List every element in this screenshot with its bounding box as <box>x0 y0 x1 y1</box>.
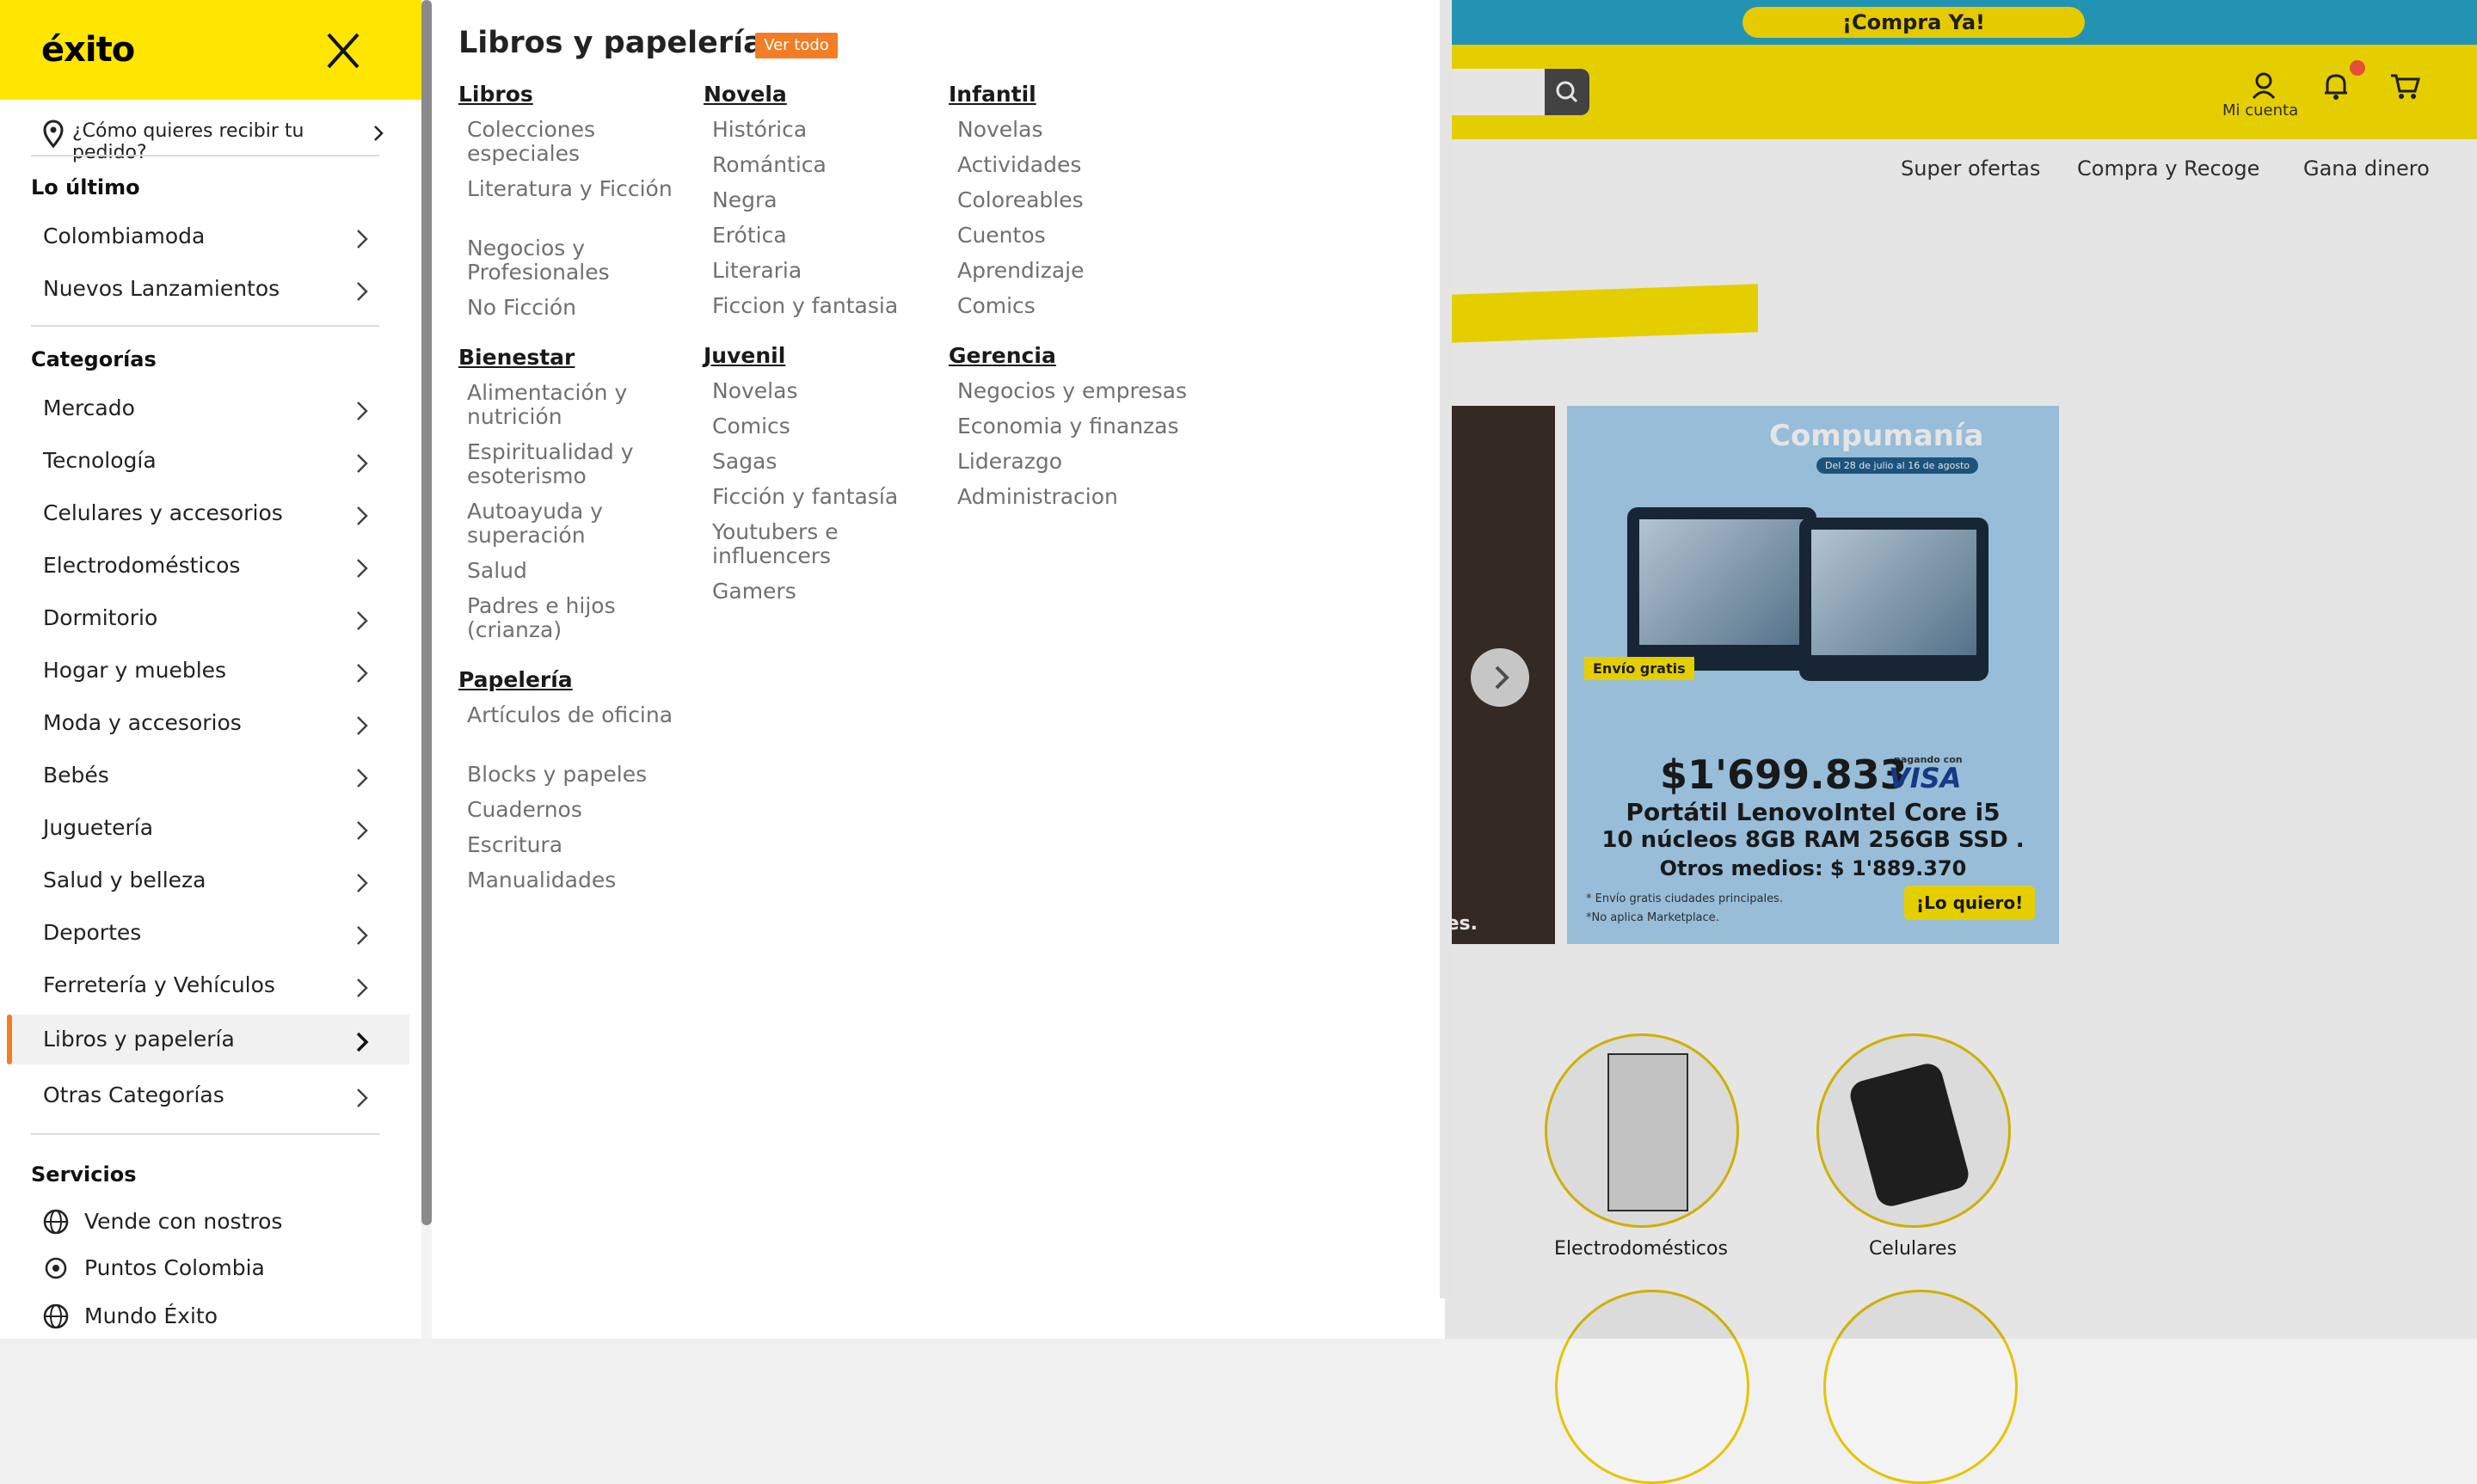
sidebar-item-dormitorio[interactable]: Dormitorio <box>31 593 409 643</box>
sidebar-item-libros-y-papeleria[interactable]: Libros y papelería <box>7 1015 409 1064</box>
subcategory-link-cuadernos[interactable]: Cuadernos <box>467 798 699 822</box>
sidebar-item-hogar-y-muebles[interactable]: Hogar y muebles <box>31 646 409 696</box>
sidebar-scrollbar-thumb[interactable] <box>421 0 432 1225</box>
subcategory-link-blocks-y-papeles[interactable]: Blocks y papeles <box>467 763 699 787</box>
subcategory-link-gamers[interactable]: Gamers <box>712 579 944 604</box>
category-sidebar: éxito ¿Cómo quieres recibir tu pedido? L… <box>0 0 421 1339</box>
subcategory-link-no-ficcion[interactable]: No Ficción <box>467 296 699 320</box>
active-indicator <box>7 1015 12 1064</box>
subcategory-link-articulos-de-oficina[interactable]: Artículos de oficina <box>467 703 699 727</box>
sidebar-item-mercado[interactable]: Mercado <box>31 383 409 433</box>
chevron-right-icon <box>374 126 384 141</box>
sidebar-item-deportes[interactable]: Deportes <box>31 908 409 958</box>
sidebar-item-salud-y-belleza[interactable]: Salud y belleza <box>31 855 409 905</box>
subcategory-heading-novela[interactable]: Novela <box>704 82 787 107</box>
section-heading-categorias: Categorías <box>31 347 157 371</box>
chevron-right-icon <box>357 874 368 892</box>
location-pin-icon <box>43 120 64 149</box>
divider <box>31 1133 379 1135</box>
chevron-right-icon <box>357 230 368 248</box>
subcategory-link-autoayuda-y-superacion[interactable]: Autoayuda y superación <box>467 500 699 548</box>
chevron-right-icon <box>357 402 368 420</box>
exito-logo[interactable]: éxito <box>31 21 135 78</box>
subcategory-link-alimentacion-y-nutricion[interactable]: Alimentación y nutrición <box>467 381 699 429</box>
sidebar-item-bebes[interactable]: Bebés <box>31 751 409 800</box>
sidebar-item-tecnologia[interactable]: Tecnología <box>31 436 409 486</box>
subcategory-heading-juvenil[interactable]: Juvenil <box>704 343 785 368</box>
section-heading-lo-ultimo: Lo último <box>31 175 140 199</box>
chevron-right-icon <box>357 821 368 840</box>
chevron-right-icon <box>357 454 368 473</box>
chevron-right-icon <box>357 506 368 525</box>
service-mundo-exito[interactable]: Mundo Éxito <box>41 1297 385 1334</box>
globe-icon <box>43 1303 69 1329</box>
subcategory-link-negocios-y-profesionales[interactable]: Negocios y Profesionales <box>467 236 699 285</box>
chevron-right-icon <box>357 282 368 301</box>
subcategory-link-cuentos[interactable]: Cuentos <box>957 224 1189 248</box>
service-vende-con-nosotros[interactable]: Vende con nostros <box>41 1202 385 1240</box>
panel-title: Libros y papelería <box>458 26 764 60</box>
divider <box>31 325 379 327</box>
subcategory-link-economia-y-finanzas[interactable]: Economia y finanzas <box>957 414 1189 438</box>
subcategory-link-manualidades[interactable]: Manualidades <box>467 868 699 892</box>
subcategory-heading-papeleria[interactable]: Papelería <box>458 667 573 692</box>
subcategory-link-ficcion-y-fantasia[interactable]: Ficcion y fantasia <box>712 294 944 318</box>
puntos-colombia-icon <box>45 1257 67 1279</box>
subcategory-link-erotica[interactable]: Erótica <box>712 224 944 248</box>
subcategory-heading-libros[interactable]: Libros <box>458 82 533 107</box>
sidebar-item-colombiamoda[interactable]: Colombiamoda <box>31 212 409 261</box>
sidebar-item-jugueteria[interactable]: Juguetería <box>31 803 409 853</box>
subcategory-link-salud[interactable]: Salud <box>467 559 699 583</box>
subcategory-link-sagas[interactable]: Sagas <box>712 450 944 474</box>
ver-todo-button[interactable]: Ver todo <box>755 33 838 58</box>
chevron-right-icon <box>356 1032 369 1052</box>
chevron-right-icon <box>357 611 368 630</box>
sidebar-item-otras-categorias[interactable]: Otras Categorías <box>31 1070 409 1120</box>
subcategory-link-aprendizaje[interactable]: Aprendizaje <box>957 259 1189 283</box>
sidebar-item-nuevos-lanzamientos[interactable]: Nuevos Lanzamientos <box>31 264 409 314</box>
chevron-right-icon <box>357 978 368 997</box>
section-heading-servicios: Servicios <box>31 1162 137 1187</box>
subcategory-link-literaria[interactable]: Literaria <box>712 259 944 283</box>
subcategory-link-liderazgo[interactable]: Liderazgo <box>957 450 1189 474</box>
close-icon[interactable] <box>318 29 368 72</box>
subcategory-heading-bienestar[interactable]: Bienestar <box>458 345 575 370</box>
chevron-right-icon <box>357 716 368 735</box>
chevron-right-icon <box>357 926 368 945</box>
subcategory-link-administracion[interactable]: Administracion <box>957 485 1189 509</box>
subcategory-link-negocios-y-empresas[interactable]: Negocios y empresas <box>957 379 1189 403</box>
sidebar-item-moda-y-accesorios[interactable]: Moda y accesorios <box>31 698 409 748</box>
service-puntos-colombia[interactable]: Puntos Colombia <box>41 1248 385 1286</box>
subcategory-link-romantica[interactable]: Romántica <box>712 153 944 177</box>
subcategory-link-coloreables[interactable]: Coloreables <box>957 188 1189 212</box>
subcategory-link-negra[interactable]: Negra <box>712 188 944 212</box>
divider <box>31 155 379 156</box>
subcategory-link-comics[interactable]: Comics <box>712 414 944 438</box>
delivery-selector[interactable]: ¿Cómo quieres recibir tu pedido? <box>31 112 384 163</box>
chevron-right-icon <box>357 1088 368 1107</box>
subcategory-link-espiritualidad-y-esoterismo[interactable]: Espiritualidad y esoterismo <box>467 440 699 488</box>
subcategory-link-ficcion-y-fantasia[interactable]: Ficción y fantasía <box>712 485 944 509</box>
subcategory-link-comics[interactable]: Comics <box>957 294 1189 318</box>
subcategory-link-escritura[interactable]: Escritura <box>467 833 699 857</box>
panel-scrollbar[interactable] <box>1440 0 1452 1298</box>
subcategory-heading-gerencia[interactable]: Gerencia <box>949 343 1056 368</box>
chevron-right-icon <box>357 769 368 788</box>
store-globe-icon <box>43 1209 69 1235</box>
subcategory-link-actividades[interactable]: Actividades <box>957 153 1189 177</box>
subcategory-link-novelas[interactable]: Novelas <box>712 379 944 403</box>
subcategory-link-novelas[interactable]: Novelas <box>957 118 1189 142</box>
sidebar-item-ferreteria-y-vehiculos[interactable]: Ferretería y Vehículos <box>31 960 409 1010</box>
subcategory-heading-infantil[interactable]: Infantil <box>949 82 1036 107</box>
sidebar-item-electrodomesticos[interactable]: Electrodomésticos <box>31 541 409 591</box>
chevron-right-icon <box>357 559 368 578</box>
subcategory-link-colecciones-especiales[interactable]: Colecciones especiales <box>467 118 699 166</box>
sidebar-item-celulares-y-accesorios[interactable]: Celulares y accesorios <box>31 488 409 538</box>
subcategory-link-literatura-y-ficcion[interactable]: Literatura y Ficción <box>467 177 699 201</box>
subcategory-link-youtubers-e-influencers[interactable]: Youtubers e influencers <box>712 520 944 568</box>
chevron-right-icon <box>357 664 368 683</box>
subcategory-link-historica[interactable]: Histórica <box>712 118 944 142</box>
subcategory-link-padres-e-hijos-crianza[interactable]: Padres e hijos (crianza) <box>467 594 699 642</box>
sidebar-header: éxito <box>0 0 421 100</box>
